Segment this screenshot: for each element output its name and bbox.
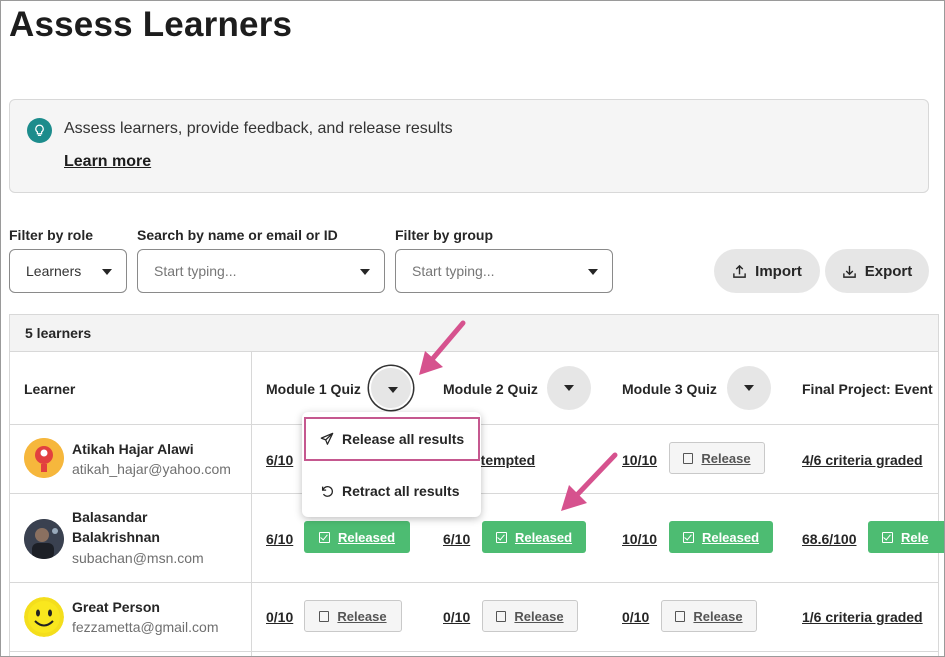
download-icon bbox=[842, 265, 856, 278]
module-2-score[interactable]: 6/10 bbox=[443, 531, 470, 547]
import-label: Import bbox=[755, 262, 802, 280]
checkbox-checked-icon bbox=[318, 531, 330, 543]
undo-icon bbox=[321, 486, 333, 497]
upload-icon bbox=[733, 264, 746, 278]
group-select[interactable]: Start typing... bbox=[395, 249, 613, 293]
annotation-arrow-icon bbox=[419, 320, 466, 375]
release-button[interactable]: Release bbox=[304, 600, 402, 632]
app-frame: Assess Learners Assess learners, provide… bbox=[0, 0, 945, 657]
chevron-down-icon bbox=[588, 269, 598, 275]
release-label: Release bbox=[701, 450, 751, 466]
col-final-project: Final Project: Event bbox=[802, 381, 933, 397]
learner-count: 5 learners bbox=[25, 325, 92, 341]
released-button[interactable]: Released bbox=[669, 521, 773, 553]
checkbox-checked-icon bbox=[495, 531, 507, 543]
page-title: Assess Learners bbox=[9, 5, 293, 44]
module-1-score[interactable]: 6/10 bbox=[266, 531, 293, 547]
release-label: Release bbox=[514, 608, 564, 624]
release-all-label: Release all results bbox=[342, 431, 465, 447]
released-label: Released bbox=[514, 529, 573, 545]
checkbox-icon bbox=[496, 610, 507, 622]
col-module-2: Module 2 Quiz bbox=[443, 381, 538, 397]
module-3-score[interactable]: 10/10 bbox=[622, 531, 657, 547]
released-button[interactable]: Rele bbox=[868, 521, 944, 553]
search-label: Search by name or email or ID bbox=[137, 227, 338, 243]
table-row: Great Person fezzametta@gmail.com 0/10 R… bbox=[10, 583, 938, 652]
checkbox-icon bbox=[319, 610, 330, 622]
send-icon bbox=[320, 432, 334, 445]
release-button[interactable]: Release bbox=[482, 600, 578, 632]
release-button[interactable]: Release bbox=[669, 442, 765, 474]
checkbox-icon bbox=[683, 452, 694, 464]
retract-all-results-item[interactable]: Retract all results bbox=[320, 483, 460, 499]
learner-email: atikah_hajar@yahoo.com bbox=[72, 461, 231, 477]
module-1-score[interactable]: 0/10 bbox=[266, 609, 293, 625]
final-project-score[interactable]: 4/6 criteria graded bbox=[802, 452, 923, 468]
released-button[interactable]: Released bbox=[482, 521, 586, 553]
module-3-menu-button[interactable] bbox=[727, 366, 771, 410]
learner-email: fezzametta@gmail.com bbox=[72, 619, 219, 635]
group-placeholder: Start typing... bbox=[412, 263, 495, 279]
filter-role-label: Filter by role bbox=[9, 227, 94, 243]
lightbulb-icon bbox=[27, 118, 52, 143]
final-project-score[interactable]: 1/6 criteria graded bbox=[802, 609, 923, 625]
module-3-score[interactable]: 10/10 bbox=[622, 452, 657, 468]
module-2-menu-button[interactable] bbox=[547, 366, 591, 410]
search-placeholder: Start typing... bbox=[154, 263, 237, 279]
module-2-score[interactable]: 0/10 bbox=[443, 609, 470, 625]
module-1-menu-button[interactable] bbox=[369, 366, 413, 410]
learner-name: Great Person bbox=[72, 599, 160, 615]
release-button[interactable]: Release bbox=[661, 600, 757, 632]
export-label: Export bbox=[864, 262, 913, 280]
release-label: Release bbox=[337, 608, 387, 624]
final-project-score[interactable]: 68.6/100 bbox=[802, 531, 857, 547]
released-button[interactable]: Released bbox=[304, 521, 410, 553]
search-input[interactable]: Start typing... bbox=[137, 249, 385, 293]
avatar bbox=[24, 519, 64, 559]
module-1-dropdown-menu: Release all results Retract all results bbox=[302, 412, 481, 517]
annotation-arrow-icon bbox=[561, 452, 618, 511]
learner-email: subachan@msn.com bbox=[72, 550, 204, 566]
checkbox-checked-icon bbox=[882, 531, 893, 543]
chevron-down-icon bbox=[102, 269, 112, 275]
export-button[interactable]: Export bbox=[825, 249, 929, 293]
col-learner: Learner bbox=[24, 381, 76, 397]
learner-name: Atikah Hajar Alawi bbox=[72, 441, 194, 457]
avatar bbox=[24, 438, 64, 478]
released-label: Released bbox=[337, 529, 396, 545]
avatar bbox=[24, 597, 64, 637]
release-all-results-item[interactable]: Release all results bbox=[320, 431, 464, 447]
info-banner: Assess learners, provide feedback, and r… bbox=[9, 99, 929, 193]
col-module-3: Module 3 Quiz bbox=[622, 381, 717, 397]
checkbox-checked-icon bbox=[682, 531, 694, 543]
learner-count-bar: 5 learners bbox=[10, 315, 938, 352]
released-label: Rele bbox=[901, 529, 929, 545]
released-label: Released bbox=[701, 529, 760, 545]
banner-message: Assess learners, provide feedback, and r… bbox=[64, 120, 453, 137]
learn-more-link[interactable]: Learn more bbox=[64, 153, 151, 171]
module-1-score[interactable]: 6/10 bbox=[266, 452, 293, 468]
chevron-down-icon bbox=[360, 269, 370, 275]
checkbox-icon bbox=[675, 610, 686, 622]
col-module-1: Module 1 Quiz bbox=[266, 381, 361, 397]
filter-group-label: Filter by group bbox=[395, 227, 493, 243]
role-select-value: Learners bbox=[26, 263, 82, 279]
learner-name-line2: Balakrishnan bbox=[72, 529, 160, 545]
import-button[interactable]: Import bbox=[714, 249, 820, 293]
learner-name-line1: Balasandar bbox=[72, 509, 148, 525]
module-3-score[interactable]: 0/10 bbox=[622, 609, 649, 625]
role-select[interactable]: Learners bbox=[9, 249, 127, 293]
retract-all-label: Retract all results bbox=[342, 483, 460, 499]
release-label: Release bbox=[693, 608, 743, 624]
